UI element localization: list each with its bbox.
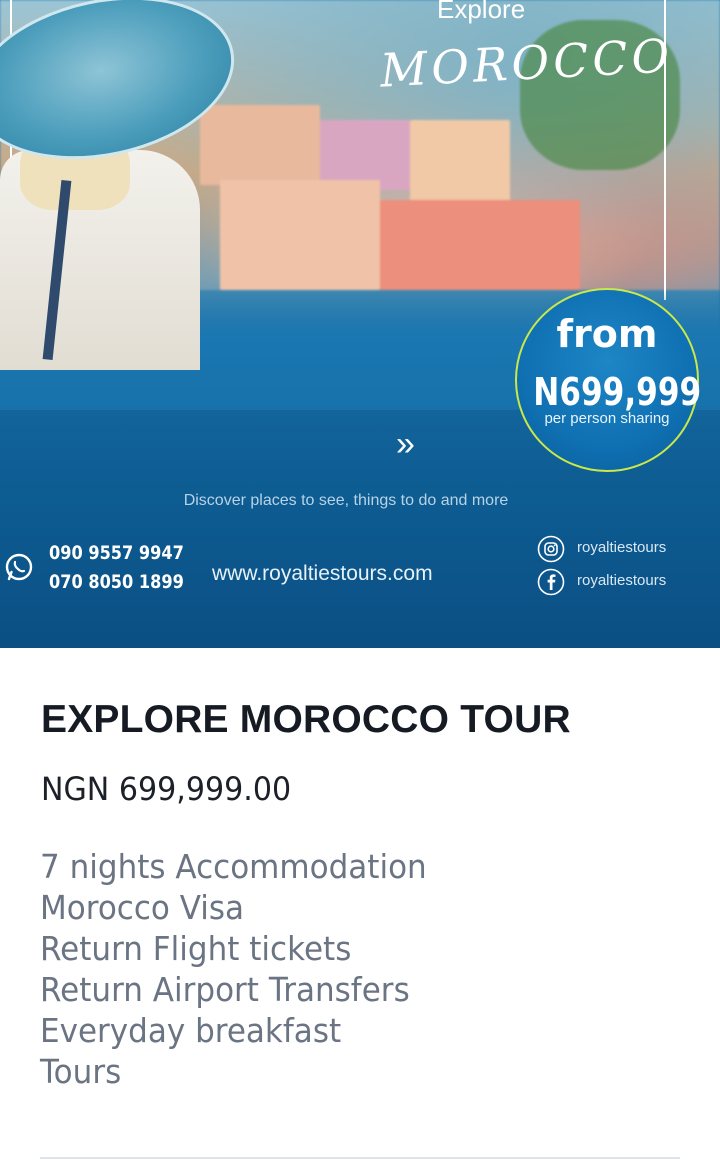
list-item: Everyday breakfast	[40, 1011, 342, 1050]
banner-tagline: Discover places to see, things to do and…	[183, 492, 509, 509]
badge-price: N699,999	[533, 370, 702, 414]
double-chevron-icon: »	[396, 425, 415, 463]
house	[220, 180, 380, 290]
house	[410, 120, 510, 205]
price-badge: from N699,999 per person sharing	[515, 288, 702, 472]
instagram-handle: royaltiestours	[577, 539, 667, 556]
product-title: EXPLORE MOROCCO TOUR	[41, 698, 571, 741]
list-item: Return Flight tickets	[40, 929, 352, 968]
phone-number-1: 090 9557 9947	[49, 542, 184, 564]
website-url: www.royaltiestours.com	[212, 562, 433, 585]
list-item: 7 nights Accommodation	[40, 847, 427, 886]
list-item: Return Airport Transfers	[40, 970, 410, 1009]
divider	[40, 1157, 680, 1159]
badge-from-label: from	[556, 312, 658, 356]
explore-heading: Explore	[437, 0, 526, 24]
list-item: Morocco Visa	[40, 888, 245, 927]
house	[380, 200, 580, 300]
facebook-icon	[537, 568, 565, 596]
facebook-handle: royaltiestours	[577, 572, 667, 589]
phone-number-2: 070 8050 1899	[49, 571, 184, 593]
tour-banner-image: Explore MOROCCO from N699,999 per person…	[0, 0, 720, 648]
whatsapp-icon	[5, 553, 33, 581]
product-price: NGN 699,999.00	[41, 770, 292, 808]
feature-list: 7 nights Accommodation Morocco Visa Retu…	[40, 846, 451, 1092]
house	[200, 105, 320, 185]
list-item: Tours	[40, 1052, 122, 1091]
instagram-icon	[537, 535, 565, 563]
badge-subtext: per person sharing	[544, 410, 670, 427]
